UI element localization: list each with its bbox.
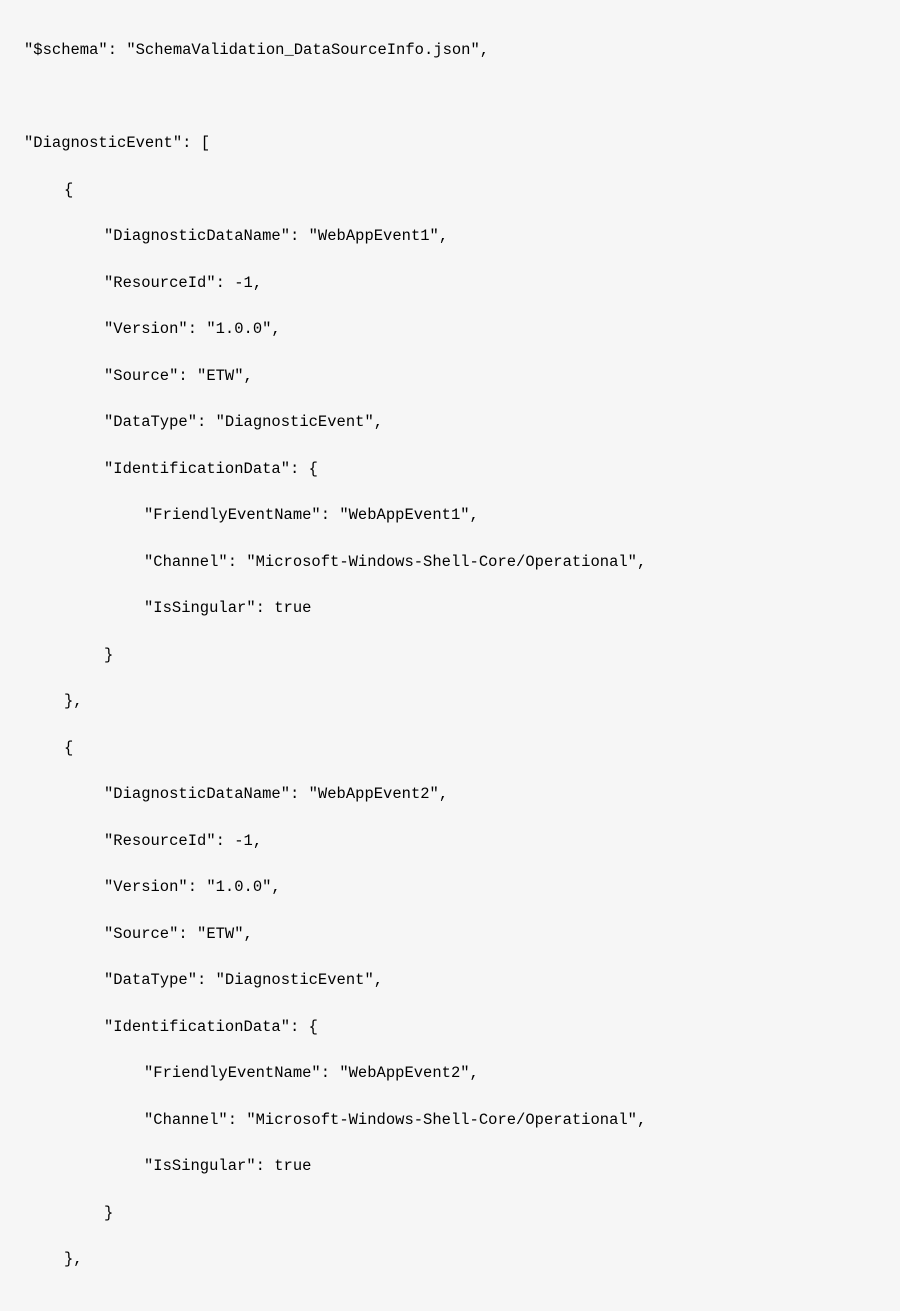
event-open-brace: {: [24, 179, 880, 202]
schema-line: "$schema": "SchemaValidation_DataSourceI…: [24, 39, 880, 62]
identification-data-open: "IdentificationData": {: [24, 458, 880, 481]
friendly-event-name: "FriendlyEventName": "WebAppEvent2",: [24, 1062, 880, 1085]
channel: "Channel": "Microsoft-Windows-Shell-Core…: [24, 1109, 880, 1132]
event-open-brace: {: [24, 737, 880, 760]
data-type: "DataType": "DiagnosticEvent",: [24, 969, 880, 992]
diagnostic-data-name: "DiagnosticDataName": "WebAppEvent2",: [24, 783, 880, 806]
friendly-event-name: "FriendlyEventName": "WebAppEvent1",: [24, 504, 880, 527]
blank-line: [24, 86, 880, 109]
event-close-brace: },: [24, 1248, 880, 1271]
source: "Source": "ETW",: [24, 365, 880, 388]
identification-data-close: }: [24, 644, 880, 667]
diagnostic-event-header: "DiagnosticEvent": [: [24, 132, 880, 155]
is-singular: "IsSingular": true: [24, 597, 880, 620]
identification-data-open: "IdentificationData": {: [24, 1016, 880, 1039]
code-block: "$schema": "SchemaValidation_DataSourceI…: [0, 0, 900, 1311]
version: "Version": "1.0.0",: [24, 876, 880, 899]
resource-id: "ResourceId": -1,: [24, 272, 880, 295]
resource-id: "ResourceId": -1,: [24, 830, 880, 853]
identification-data-close: }: [24, 1202, 880, 1225]
diagnostic-data-name: "DiagnosticDataName": "WebAppEvent1",: [24, 225, 880, 248]
event-close-brace: },: [24, 690, 880, 713]
source: "Source": "ETW",: [24, 923, 880, 946]
channel: "Channel": "Microsoft-Windows-Shell-Core…: [24, 551, 880, 574]
is-singular: "IsSingular": true: [24, 1155, 880, 1178]
version: "Version": "1.0.0",: [24, 318, 880, 341]
data-type: "DataType": "DiagnosticEvent",: [24, 411, 880, 434]
